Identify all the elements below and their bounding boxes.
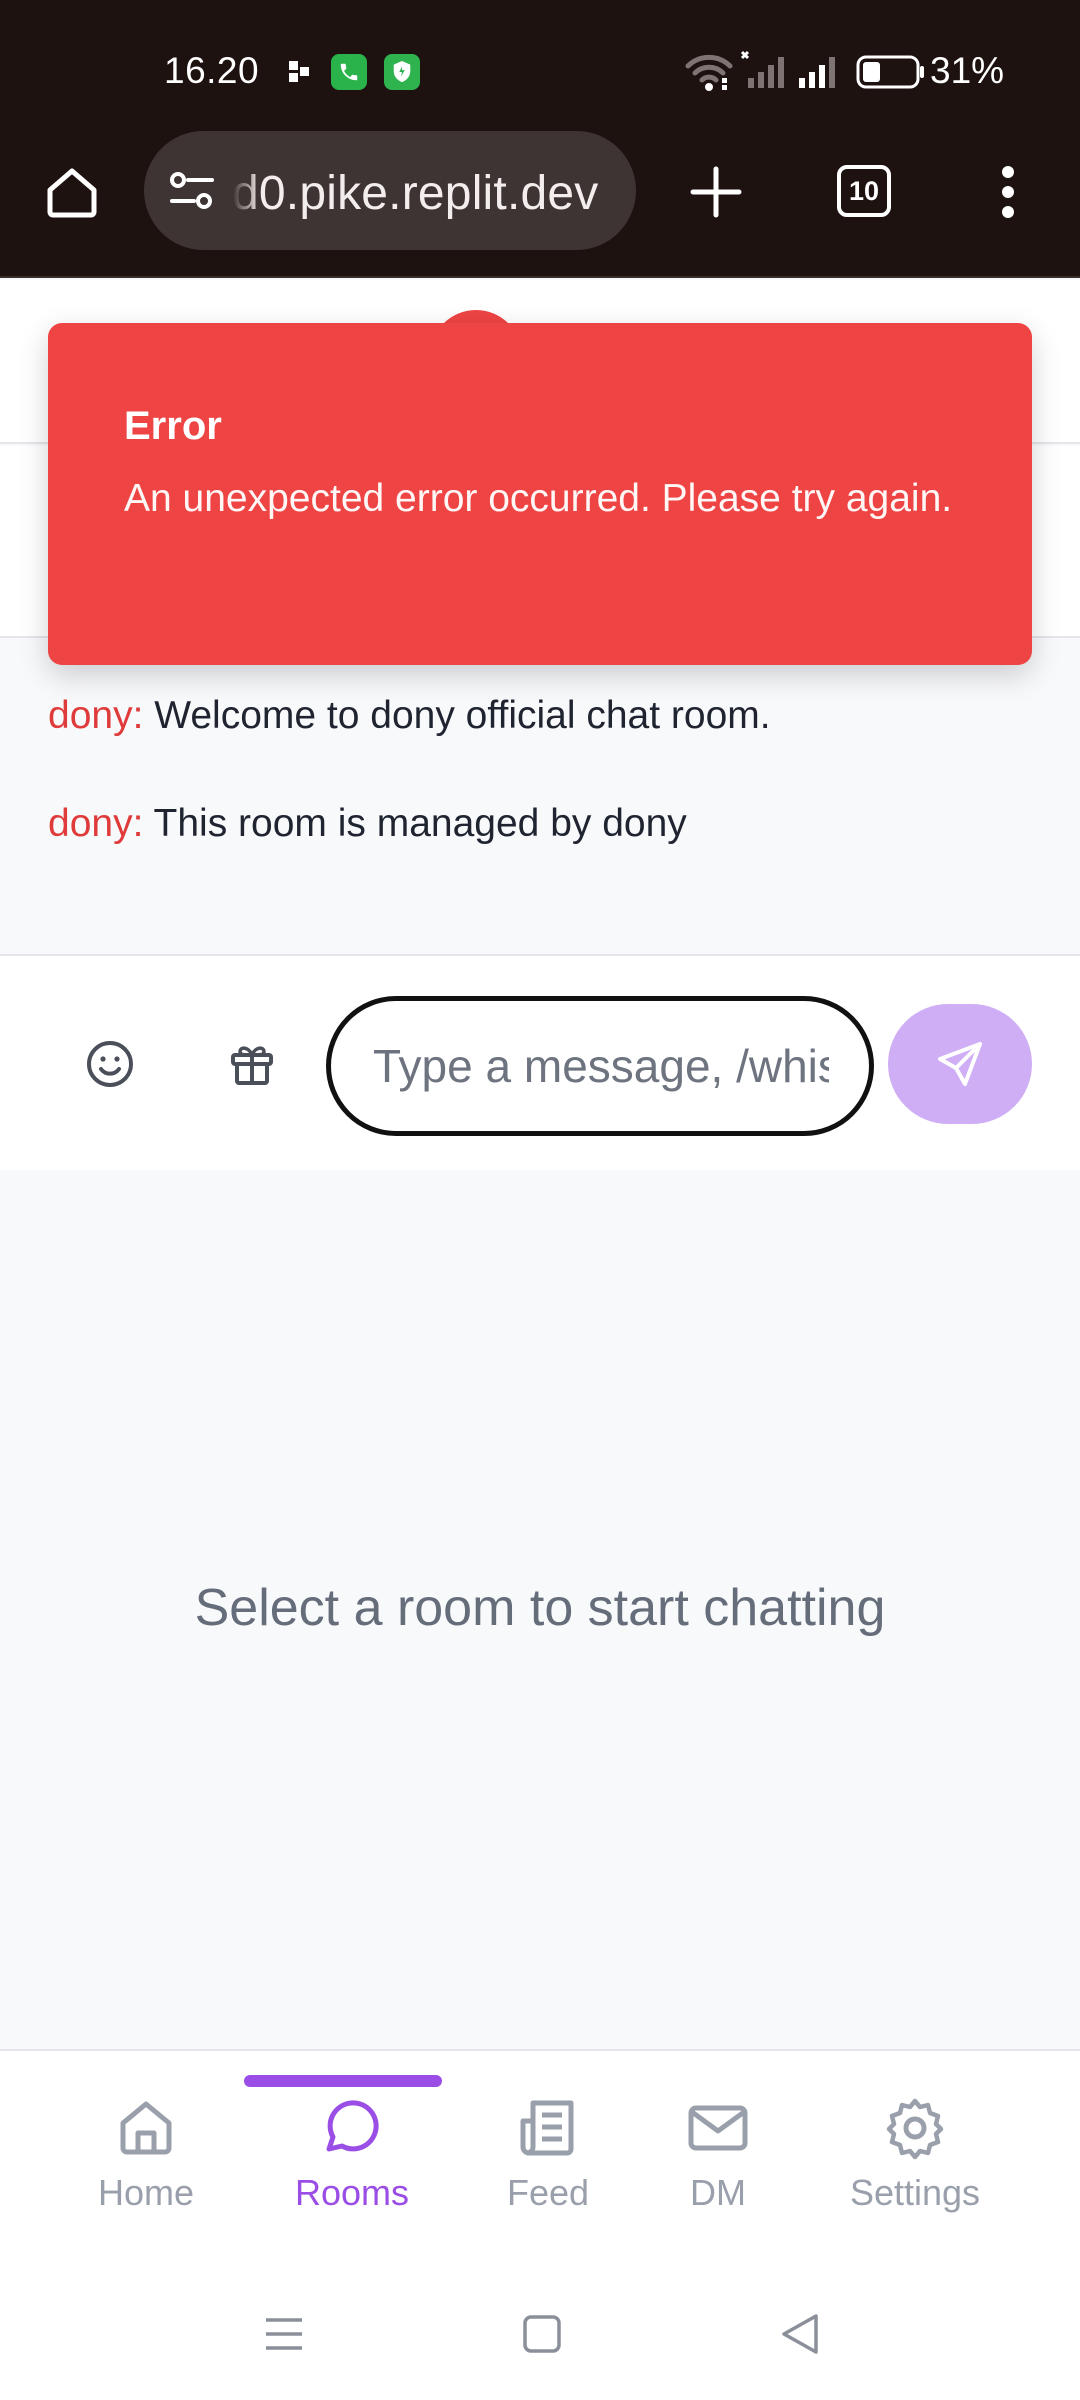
nav-label: Rooms xyxy=(294,2172,410,2213)
shield-app-icon xyxy=(384,54,420,90)
nav-label: Home xyxy=(97,2172,195,2213)
system-nav-bar xyxy=(0,2270,1080,2400)
send-icon xyxy=(938,1042,982,1086)
message-username[interactable]: dony: xyxy=(48,694,143,737)
signal-sim1-icon xyxy=(740,50,784,88)
home-icon xyxy=(120,2101,172,2155)
status-bar: 16.20 31% xyxy=(0,0,1080,140)
url-bar[interactable]: d0.pike.replit.dev xyxy=(144,131,636,250)
site-settings-icon[interactable] xyxy=(168,169,216,213)
recents-icon[interactable] xyxy=(264,2314,304,2354)
emoji-button[interactable] xyxy=(72,1026,148,1102)
message-text: Welcome to dony official chat room. xyxy=(154,694,771,737)
new-tab-icon[interactable] xyxy=(680,156,752,228)
nav-item-settings[interactable]: Settings xyxy=(835,2051,995,2272)
message-composer xyxy=(0,954,1080,1170)
error-toast[interactable]: Error An unexpected error occurred. Plea… xyxy=(48,323,1032,665)
url-fade xyxy=(226,131,260,250)
chat-bubble-icon xyxy=(326,2100,379,2152)
system-home-icon[interactable] xyxy=(522,2314,562,2354)
home-icon[interactable] xyxy=(36,156,108,228)
nav-label: Settings xyxy=(849,2172,981,2213)
phone-app-icon xyxy=(331,54,367,90)
nav-item-dm[interactable]: DM xyxy=(638,2051,798,2272)
message-list xyxy=(0,640,1080,952)
notification-dots-icon xyxy=(289,61,309,83)
more-menu-icon[interactable] xyxy=(978,156,1038,228)
url-text: d0.pike.replit.dev xyxy=(232,167,599,220)
send-button[interactable] xyxy=(888,1004,1032,1124)
bottom-nav: Home Rooms Feed DM Settings xyxy=(0,2049,1080,2270)
phone-screen: 16.20 31% d0.pike.replit.dev 10 Type a m… xyxy=(0,0,1080,2400)
message-username[interactable]: dony: xyxy=(48,802,143,845)
message-text: This room is managed by dony xyxy=(153,802,687,845)
battery-percent: 31% xyxy=(930,50,1005,91)
back-icon[interactable] xyxy=(780,2312,820,2356)
status-indicators xyxy=(640,0,1080,140)
gift-icon xyxy=(231,1046,273,1085)
nav-item-feed[interactable]: Feed xyxy=(468,2051,628,2272)
message-item: dony: Welcome to dony official chat room… xyxy=(48,694,771,738)
battery-icon xyxy=(856,55,924,89)
smiley-icon xyxy=(87,1041,133,1087)
status-time: 16.20 xyxy=(164,50,260,91)
toast-message: An unexpected error occurred. Please try… xyxy=(124,477,953,520)
gift-button[interactable] xyxy=(214,1026,290,1102)
wifi-icon xyxy=(685,54,733,91)
nav-label: Feed xyxy=(506,2172,590,2213)
newspaper-icon xyxy=(520,2100,574,2156)
nav-label: DM xyxy=(690,2172,746,2213)
toast-title: Error xyxy=(124,404,222,448)
message-input[interactable] xyxy=(326,996,874,1136)
mail-icon xyxy=(688,2105,748,2151)
nav-item-rooms[interactable]: Rooms xyxy=(272,2051,432,2272)
gear-icon xyxy=(886,2098,944,2160)
empty-state-text: Select a room to start chatting xyxy=(194,1579,886,1637)
message-item: dony: This room is managed by dony xyxy=(48,802,687,846)
tab-switcher-button[interactable]: 10 xyxy=(837,165,891,217)
signal-sim2-icon xyxy=(799,57,835,88)
nav-item-home[interactable]: Home xyxy=(66,2051,226,2272)
